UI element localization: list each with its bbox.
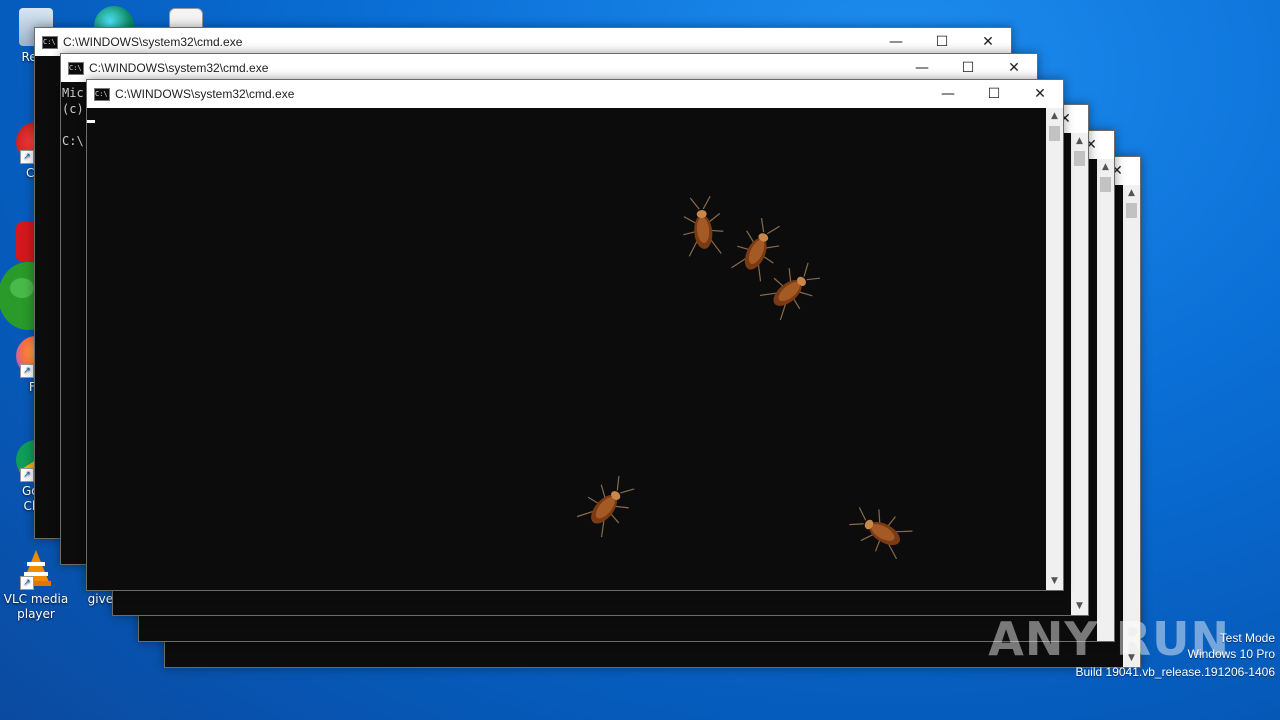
scroll-up-arrow-icon[interactable]: ▲ xyxy=(1097,159,1114,176)
minimize-button[interactable]: — xyxy=(899,54,945,82)
scroll-thumb[interactable] xyxy=(1100,177,1111,192)
build-label: Build 19041.vb_release.191206-1406 xyxy=(1075,665,1276,679)
close-button[interactable]: ✕ xyxy=(1017,80,1063,108)
title-bar[interactable]: C:\ C:\WINDOWS\system32\cmd.exe — ☐ ✕ xyxy=(87,80,1063,108)
scroll-up-arrow-icon[interactable]: ▲ xyxy=(1123,185,1140,202)
windows-edition-label: Windows 10 Pro xyxy=(1187,647,1275,661)
vertical-scrollbar[interactable]: ▲ xyxy=(1097,159,1114,641)
cockroach-4 xyxy=(576,475,635,538)
vertical-scrollbar[interactable]: ▲ ▼ xyxy=(1071,133,1088,615)
window-title: C:\WINDOWS\system32\cmd.exe xyxy=(89,61,269,75)
maximize-button[interactable]: ☐ xyxy=(971,80,1017,108)
window-title: C:\WINDOWS\system32\cmd.exe xyxy=(63,35,243,49)
window-title: C:\WINDOWS\system32\cmd.exe xyxy=(115,87,295,101)
shortcut-arrow-icon: ↗ xyxy=(20,468,34,482)
console-cursor xyxy=(87,120,95,123)
console-line: C:\ xyxy=(62,134,84,148)
shortcut-arrow-icon: ↗ xyxy=(20,150,34,164)
close-button[interactable]: ✕ xyxy=(991,54,1037,82)
scroll-thumb[interactable] xyxy=(1049,126,1060,141)
title-bar[interactable]: C:\ C:\WINDOWS\system32\cmd.exe — ☐ ✕ xyxy=(35,28,1011,56)
console-line: (c) xyxy=(62,102,84,116)
shortcut-arrow-icon: ↗ xyxy=(20,364,34,378)
vertical-scrollbar[interactable]: ▲ ▼ xyxy=(1123,185,1140,667)
scroll-thumb[interactable] xyxy=(1126,203,1137,218)
vlc-icon: ↗ xyxy=(16,548,56,590)
test-mode-label: Test Mode xyxy=(1219,631,1275,645)
minimize-button[interactable]: — xyxy=(925,80,971,108)
vertical-scrollbar[interactable]: ▲ ▼ xyxy=(1046,108,1063,590)
title-bar[interactable]: C:\ C:\WINDOWS\system32\cmd.exe — ☐ ✕ xyxy=(61,54,1037,82)
scroll-down-arrow-icon[interactable]: ▼ xyxy=(1046,573,1063,590)
minimize-button[interactable]: — xyxy=(873,28,919,56)
scroll-up-arrow-icon[interactable]: ▲ xyxy=(1071,133,1088,150)
console-line: Mic xyxy=(62,86,84,100)
cockroach-1 xyxy=(683,196,724,257)
cmd-icon: C:\ xyxy=(94,88,110,101)
cmd-icon: C:\ xyxy=(42,36,58,49)
cockroach-3 xyxy=(760,262,820,321)
maximize-button[interactable]: ☐ xyxy=(919,28,965,56)
scroll-up-arrow-icon[interactable]: ▲ xyxy=(1046,108,1063,125)
maximize-button[interactable]: ☐ xyxy=(945,54,991,82)
scroll-thumb[interactable] xyxy=(1074,151,1085,166)
shortcut-arrow-icon: ↗ xyxy=(20,576,34,590)
cmd-icon: C:\ xyxy=(68,62,84,75)
cockroach-5 xyxy=(849,507,913,560)
desktop-icon-label: VLC media player xyxy=(3,592,69,621)
close-button[interactable]: ✕ xyxy=(965,28,1011,56)
